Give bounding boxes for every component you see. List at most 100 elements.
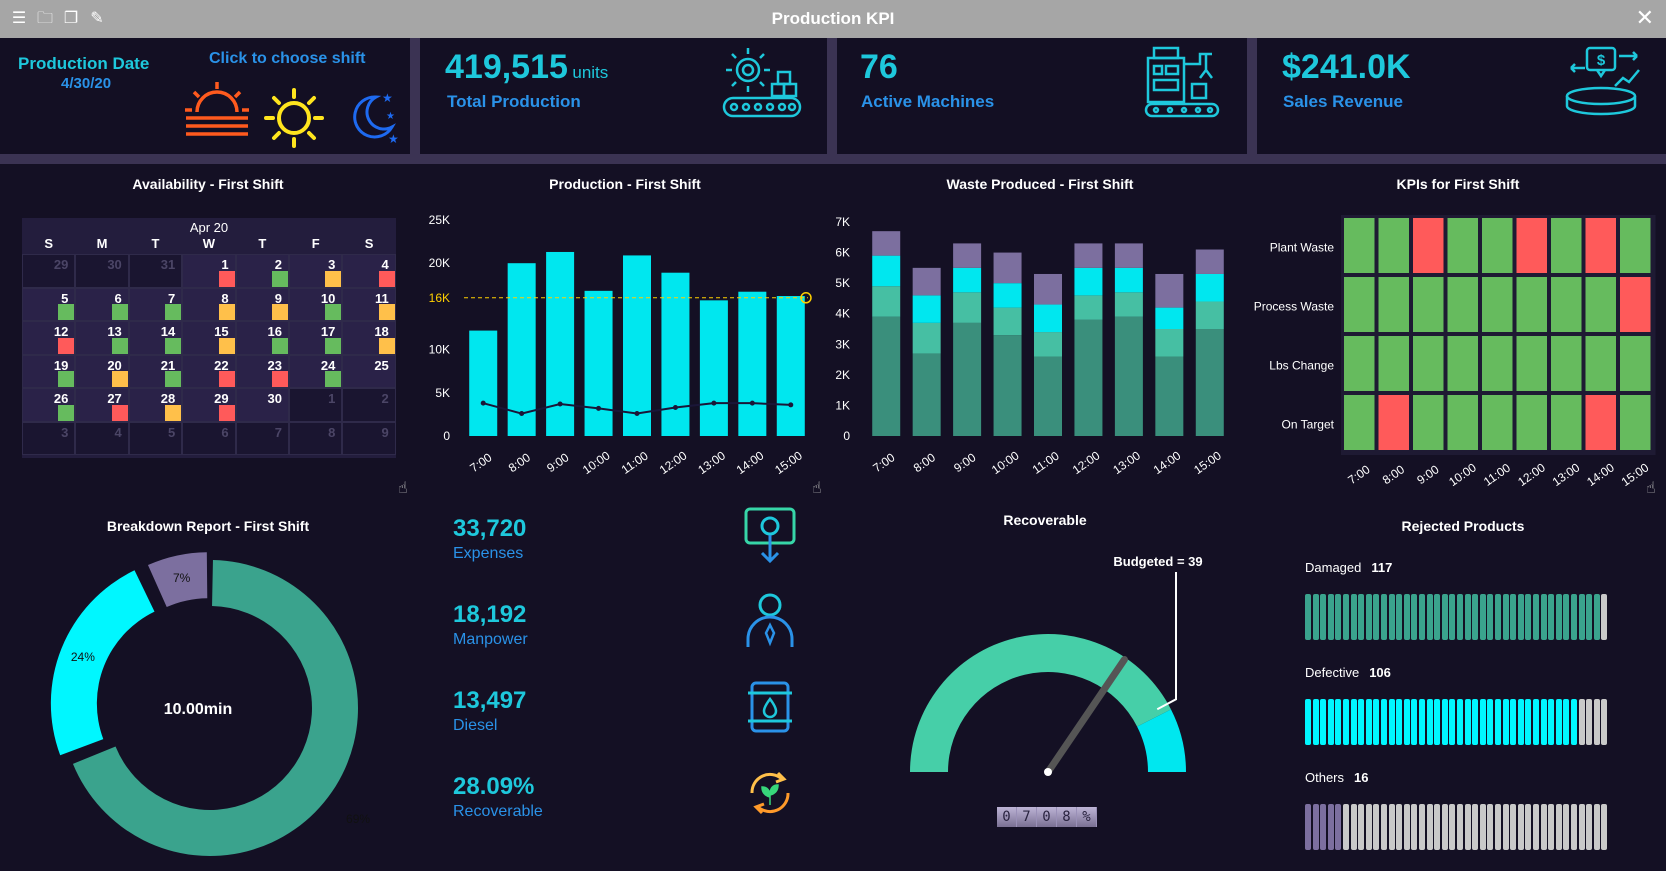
availability-status-marker [378, 304, 395, 320]
hand-pointer-icon[interactable]: ☝ [1646, 478, 1656, 497]
sunrise-icon[interactable] [184, 80, 250, 138]
calendar-day-cell[interactable]: 4 [342, 254, 396, 288]
close-icon[interactable]: ✕ [1636, 6, 1654, 31]
total-production-label: Total Production [447, 92, 581, 111]
calendar-day-cell[interactable]: 25 [342, 354, 396, 388]
calendar-day-cell[interactable]: 30 [235, 388, 289, 422]
rejected-bar-tick [1555, 699, 1562, 745]
calendar-day-cell[interactable]: 21 [128, 354, 183, 388]
calendar-day-cell[interactable]: 19 [22, 354, 76, 388]
y-tick-label: 5K [835, 276, 850, 290]
rejected-bar-tick [1365, 804, 1372, 850]
availability-status-marker [58, 304, 75, 320]
trend-point [557, 401, 563, 407]
calendar-day-cell[interactable]: 30 [75, 254, 129, 288]
calendar-day-cell[interactable]: 4 [75, 421, 129, 455]
calendar-day-cell[interactable]: 13 [75, 321, 129, 355]
calendar-day-cell[interactable]: 15 [182, 321, 236, 355]
calendar-day-cell[interactable]: 28 [128, 388, 183, 422]
calendar-day-cell[interactable]: 9 [342, 421, 396, 455]
waste-bar-segment [1195, 329, 1224, 436]
heatmap-cell [1482, 277, 1513, 332]
rejected-bar-tick [1434, 594, 1441, 640]
calendar-day-cell[interactable]: 24 [289, 354, 343, 388]
calendar-day-cell[interactable]: 23 [235, 354, 289, 388]
y-tick-label: 4K [835, 307, 850, 321]
calendar-day-cell[interactable]: 18 [342, 321, 396, 355]
waste-bar-segment [1034, 273, 1062, 305]
calendar-day-cell[interactable]: 1 [182, 254, 236, 288]
expense-label: Recoverable [453, 803, 543, 820]
calendar-day-cell[interactable]: 9 [235, 287, 289, 321]
calendar-day-cell[interactable]: 12 [22, 321, 76, 355]
counter-digit: 0 [997, 807, 1017, 827]
calendar-day-cell[interactable]: 17 [289, 321, 343, 355]
hand-pointer-icon[interactable]: ☝ [398, 478, 408, 497]
calendar-day-cell[interactable]: 16 [235, 321, 289, 355]
calendar-day-cell[interactable]: 3 [22, 421, 76, 455]
production-bar [546, 251, 575, 436]
calendar-day-cell[interactable]: 29 [22, 254, 76, 288]
calendar-day-cell[interactable]: 7 [235, 421, 289, 455]
calendar-day-cell[interactable]: 26 [22, 388, 76, 422]
rejected-bar-tick [1586, 699, 1593, 745]
rejected-bar-tick [1320, 804, 1327, 850]
calendar-day-cell[interactable]: 5 [128, 421, 183, 455]
calendar-day-cell[interactable]: 29 [182, 388, 236, 422]
machine-icon [1144, 46, 1220, 118]
x-tick-label: 8:00 [506, 450, 533, 475]
production-date[interactable]: 4/30/20 [61, 75, 111, 92]
calendar-day-cell[interactable]: 7 [128, 287, 183, 321]
rejected-bar-tick [1586, 804, 1593, 850]
heatmap-row-label: Plant Waste [1270, 241, 1335, 255]
rejected-bar-tick [1578, 594, 1585, 640]
heatmap-column-label: 9:00 [1414, 462, 1441, 487]
hand-pointer-icon[interactable]: ☝ [812, 478, 822, 497]
moon-icon[interactable]: ★ ★ ★ [346, 85, 400, 145]
availability-status-marker [111, 404, 128, 421]
rejected-bar-tick [1578, 699, 1585, 745]
rejected-bar-tick [1548, 594, 1555, 640]
calendar-day-cell[interactable]: 6 [182, 421, 236, 455]
calendar-day-number: 3 [61, 424, 69, 440]
heatmap-cell [1447, 395, 1478, 450]
calendar-day-cell[interactable]: 6 [75, 287, 129, 321]
donut-center-label: 10.00min [164, 701, 232, 718]
rejected-bar-tick [1525, 804, 1532, 850]
rejected-bar-tick [1305, 699, 1311, 745]
calendar-day-cell[interactable]: 20 [75, 354, 129, 388]
calendar-day-cell[interactable]: 1 [289, 388, 343, 422]
calendar-day-cell[interactable]: 14 [128, 321, 183, 355]
waste-bar-segment [1195, 301, 1224, 329]
availability-status-marker [165, 404, 182, 421]
waste-bar-segment [1195, 273, 1224, 302]
rejected-bar-tick [1419, 699, 1425, 745]
heatmap-cell [1585, 218, 1616, 273]
availability-status-marker [218, 304, 235, 320]
availability-status-marker [378, 270, 395, 287]
calendar-day-cell[interactable]: 2 [235, 254, 289, 288]
calendar-day-cell[interactable]: 27 [75, 388, 129, 422]
trend-point [480, 400, 486, 406]
calendar-day-cell[interactable]: 31 [128, 254, 183, 288]
calendar-day-cell[interactable]: 8 [289, 421, 343, 455]
calendar-day-number: 5 [167, 424, 176, 440]
sun-icon[interactable] [264, 88, 324, 148]
rejected-bar-tick [1441, 594, 1448, 640]
calendar-day-cell[interactable]: 10 [289, 287, 343, 321]
heatmap-cell [1344, 336, 1375, 391]
rejected-bar-tick [1403, 594, 1410, 640]
calendar-day-cell[interactable]: 22 [182, 354, 236, 388]
y-tick-label: 25K [429, 213, 450, 227]
rejected-bar-tick [1517, 699, 1524, 745]
calendar-day-cell[interactable]: 2 [342, 388, 396, 422]
calendar-day-cell[interactable]: 5 [22, 287, 76, 321]
calendar-day-cell[interactable]: 11 [342, 287, 396, 321]
calendar-day-cell[interactable]: 8 [182, 287, 236, 321]
rejected-bar-tick [1487, 699, 1494, 745]
waste-bar-segment [1034, 332, 1062, 357]
calendar-day-cell[interactable]: 3 [289, 254, 343, 288]
y-tick-label: 20K [429, 256, 450, 270]
rejected-bar-tick [1388, 699, 1395, 745]
rejected-bar-tick [1312, 804, 1319, 850]
